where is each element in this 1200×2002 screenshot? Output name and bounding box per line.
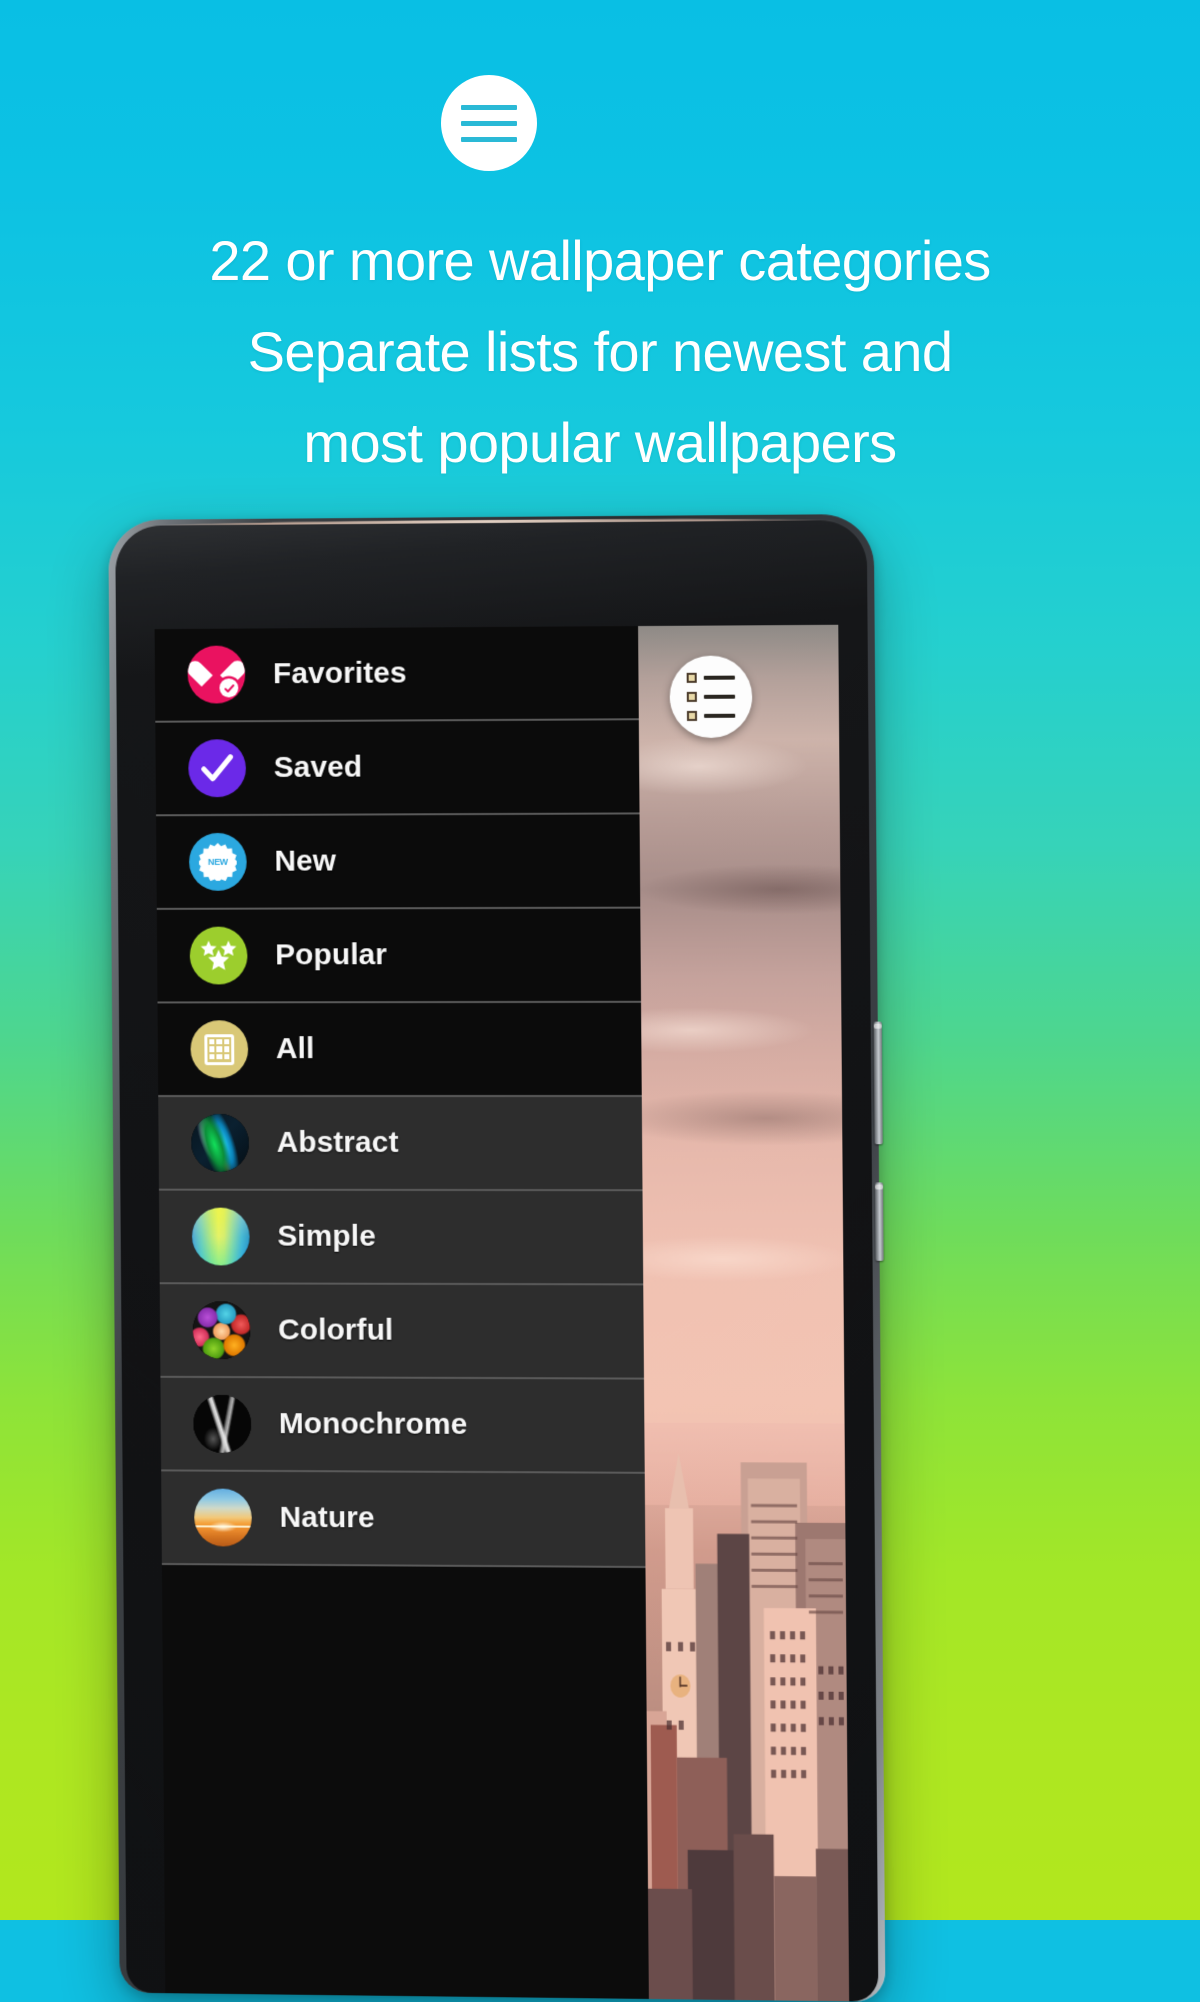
wallpaper-preview[interactable] <box>638 624 850 2002</box>
promo-headline: 22 or more wallpaper categories Separate… <box>209 229 991 474</box>
checkmark-icon <box>188 739 247 798</box>
nature-thumb-icon <box>194 1488 253 1547</box>
drawer-item-label: Saved <box>273 750 363 784</box>
hamburger-bar-1 <box>461 104 517 110</box>
drawer-item-label: New <box>274 844 337 878</box>
drawer-item-monochrome[interactable]: Monochrome <box>160 1377 645 1474</box>
drawer-item-label: Monochrome <box>278 1407 468 1441</box>
drawer-item-simple[interactable]: Simple <box>158 1190 644 1286</box>
abstract-thumb-icon <box>191 1113 250 1172</box>
drawer-item-label: Abstract <box>276 1125 399 1159</box>
simple-thumb-icon <box>191 1207 250 1266</box>
drawer-item-label: Favorites <box>272 656 407 691</box>
drawer-item-label: Simple <box>277 1219 376 1253</box>
drawer-item-nature[interactable]: Nature <box>161 1471 646 1569</box>
heart-check-icon <box>187 645 246 704</box>
drawer-item-saved[interactable]: Saved <box>155 720 640 817</box>
colorful-thumb-icon <box>192 1301 251 1360</box>
grid-icon <box>190 1020 249 1079</box>
drawer-item-label: Popular <box>275 938 388 972</box>
hamburger-bar-2 <box>461 120 517 126</box>
new-badge-icon: NEW <box>188 832 247 891</box>
new-badge-text: NEW <box>207 856 228 867</box>
wallpaper-city-skyline <box>644 1422 850 2002</box>
volume-rocker-button[interactable] <box>873 1021 883 1145</box>
hamburger-bar-3 <box>461 136 517 142</box>
wallpaper-sky <box>638 624 846 1506</box>
drawer-item-popular[interactable]: Popular <box>156 908 642 1004</box>
drawer-item-label: All <box>275 1032 315 1066</box>
drawer-item-all[interactable]: All <box>157 1002 642 1098</box>
monochrome-thumb-icon <box>193 1394 252 1453</box>
phone-screen: Favorites Saved NEW New Popular All Abst… <box>154 624 850 2002</box>
stars-icon <box>189 926 248 985</box>
drawer-item-new[interactable]: NEW New <box>156 814 641 910</box>
drawer-item-label: Colorful <box>277 1313 394 1347</box>
drawer-item-colorful[interactable]: Colorful <box>159 1284 644 1380</box>
drawer-item-abstract[interactable]: Abstract <box>158 1097 643 1192</box>
phone-device-mockup: Favorites Saved NEW New Popular All Abst… <box>108 513 886 2002</box>
hamburger-menu-icon <box>441 75 537 171</box>
drawer-item-label: Nature <box>279 1500 375 1535</box>
skyline-shapes <box>646 1452 850 2002</box>
power-button[interactable] <box>874 1182 884 1261</box>
navigation-drawer: Favorites Saved NEW New Popular All Abst… <box>154 626 649 1999</box>
drawer-item-favorites[interactable]: Favorites <box>154 626 639 723</box>
checklist-icon[interactable] <box>669 655 753 739</box>
